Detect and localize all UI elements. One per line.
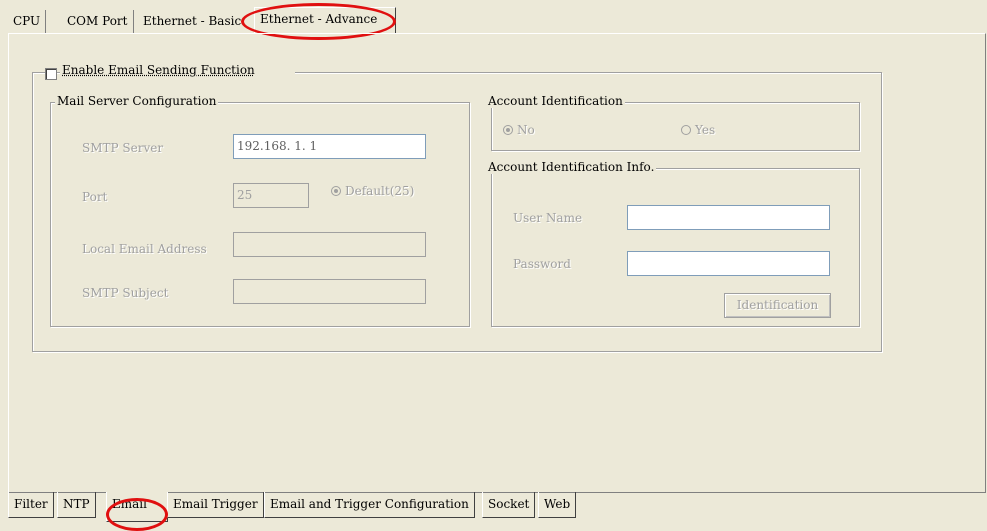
account-identification-group: Account Identification No Yes (486, 94, 860, 151)
tab-com-port[interactable]: COM Port (62, 10, 134, 34)
account-yes-radio-dot (681, 125, 691, 135)
username-label: User Name (513, 211, 583, 225)
smtp-server-field[interactable]: 192.168. 1. 1 (233, 134, 426, 159)
port-label: Port (82, 190, 108, 204)
enable-email-label[interactable]: Enable Email Sending Function (60, 63, 295, 77)
bottom-tab-strip: Filter NTP Email Email Trigger Email and… (8, 492, 986, 528)
tab-email-trigger[interactable]: Email Trigger (167, 492, 264, 518)
port-field[interactable]: 25 (233, 183, 309, 208)
tab-socket[interactable]: Socket (482, 492, 536, 518)
account-info-title: Account Identification Info. (486, 160, 657, 174)
account-yes-radio[interactable]: Yes (681, 123, 715, 137)
tab-filter[interactable]: Filter (8, 492, 54, 518)
identification-button[interactable]: Identification (724, 293, 831, 318)
default-port-label: Default(25) (345, 184, 415, 198)
smtp-server-label: SMTP Server (82, 141, 164, 155)
smtp-subject-label: SMTP Subject (82, 286, 169, 300)
tab-ethernet-basic[interactable]: Ethernet - Basic (138, 10, 256, 34)
tab-ntp[interactable]: NTP (57, 492, 96, 518)
account-yes-label: Yes (695, 123, 716, 137)
password-label: Password (513, 257, 571, 271)
email-settings-panel: Enable Email Sending Function Mail Serve… (8, 33, 986, 492)
default-port-radio-dot (331, 186, 341, 196)
account-no-radio[interactable]: No (503, 123, 535, 137)
default-port-radio[interactable]: Default(25) (331, 184, 414, 198)
mail-server-title: Mail Server Configuration (55, 94, 219, 108)
account-no-label: No (517, 123, 535, 137)
enable-email-checkbox[interactable] (45, 68, 57, 80)
account-identification-title: Account Identification (486, 94, 625, 108)
smtp-subject-field[interactable] (233, 279, 426, 304)
account-info-group: Account Identification Info. User Name P… (486, 160, 860, 327)
mail-server-group: Mail Server Configuration SMTP Server 19… (50, 94, 470, 327)
password-field[interactable] (627, 251, 830, 276)
local-email-label: Local Email Address (82, 242, 207, 256)
local-email-field[interactable] (233, 232, 426, 257)
tab-email[interactable]: Email (106, 492, 168, 522)
tab-web[interactable]: Web (538, 492, 577, 518)
email-function-group: Enable Email Sending Function Mail Serve… (32, 63, 882, 352)
tab-cpu[interactable]: CPU (8, 10, 47, 34)
tab-email-trigger-configuration[interactable]: Email and Trigger Configuration (264, 492, 475, 518)
account-no-radio-dot (503, 125, 513, 135)
tab-ethernet-advance[interactable]: Ethernet - Advance (254, 7, 396, 33)
username-field[interactable] (627, 205, 830, 230)
